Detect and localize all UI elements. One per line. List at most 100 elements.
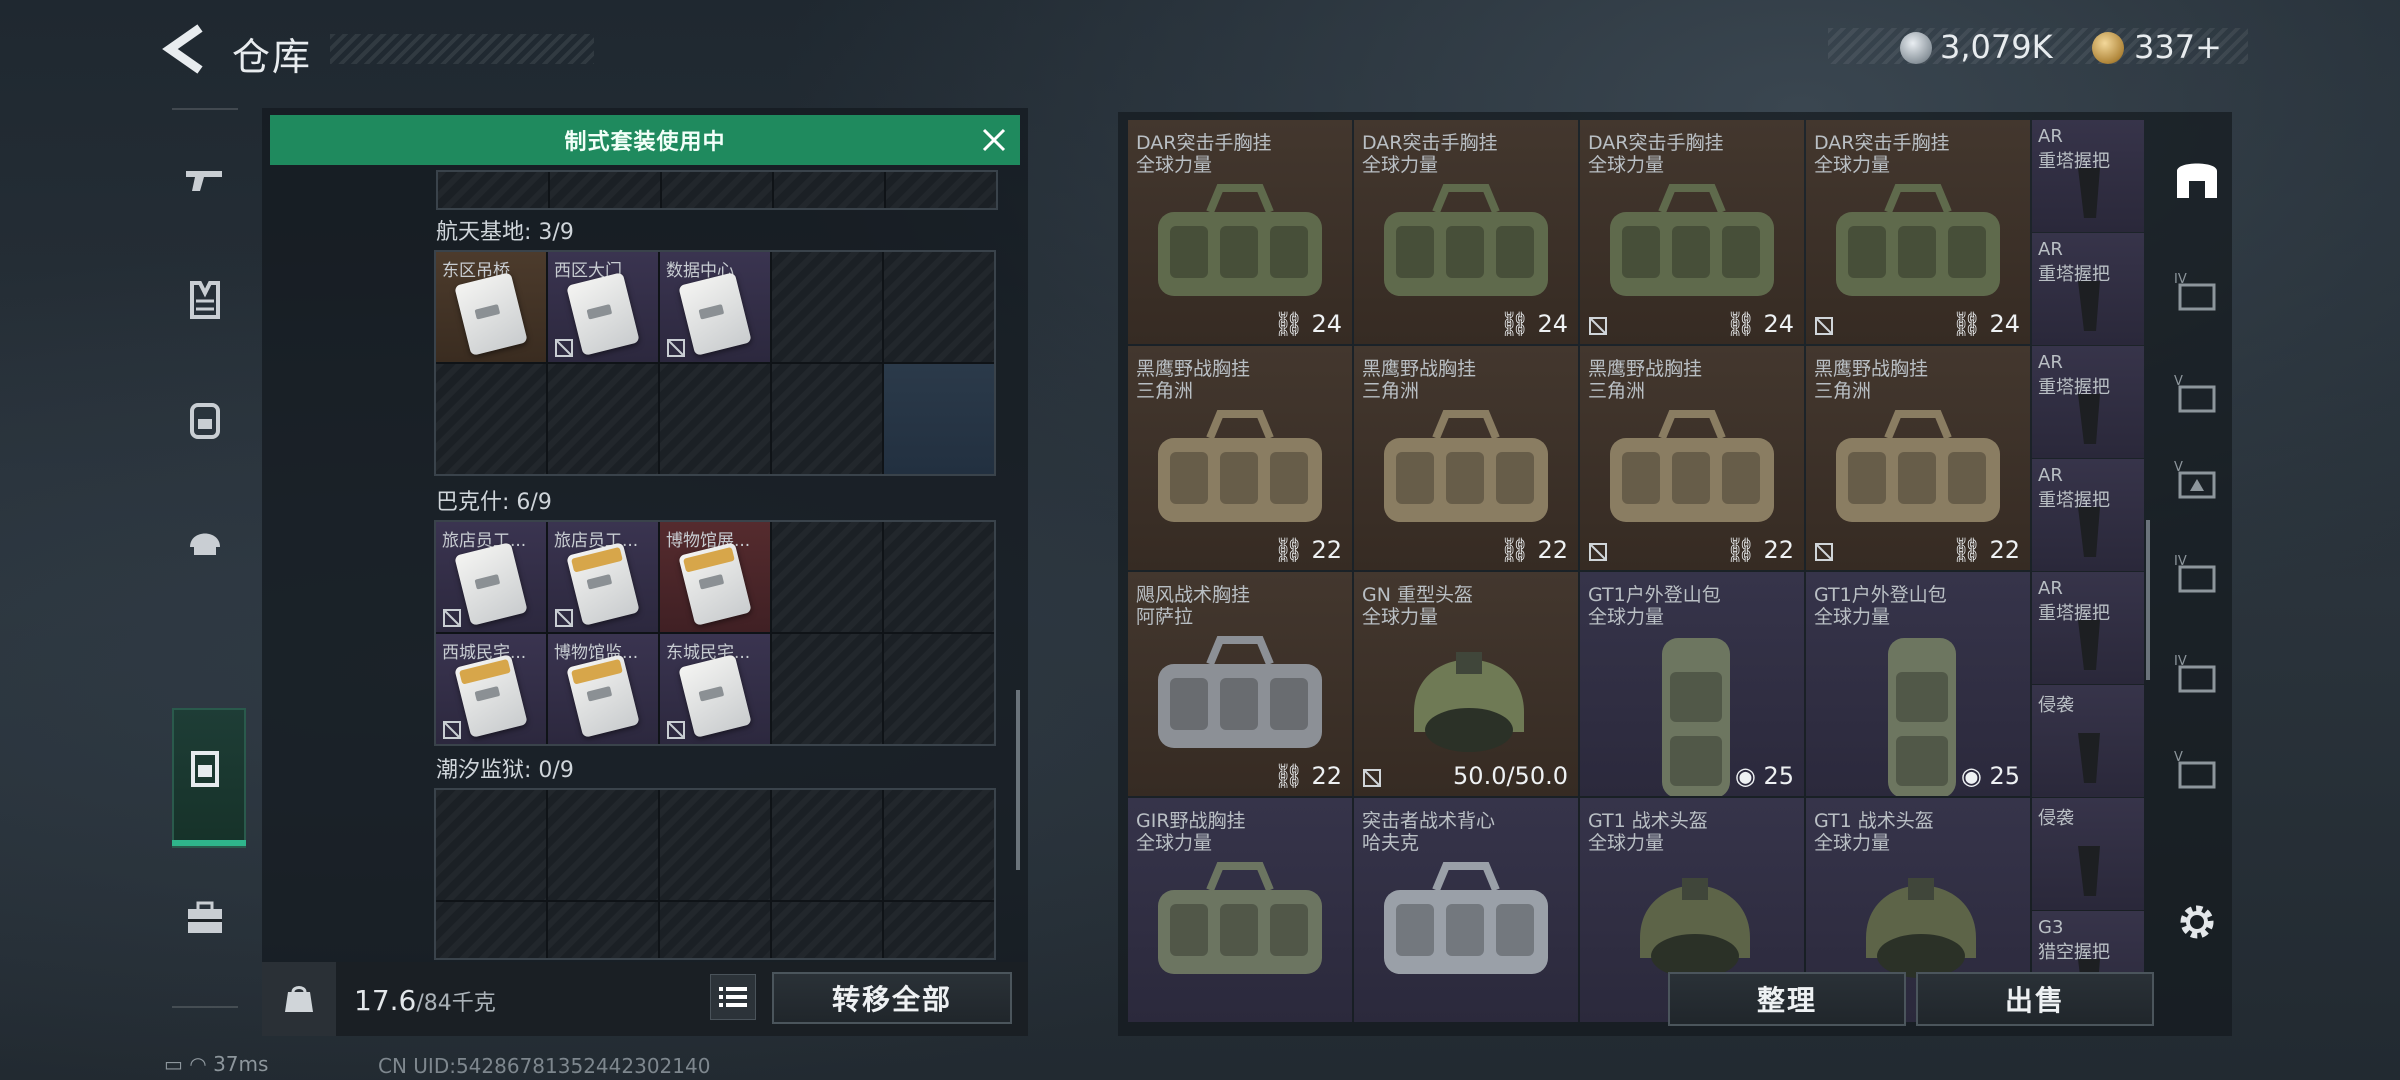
filter-tier-5-a[interactable]: V: [2162, 344, 2232, 444]
item-brand: 全球力量: [1588, 832, 1665, 854]
grid-cell[interactable]: [884, 522, 994, 632]
warehouse-item[interactable]: GT1户外登山包 全球力量 ◉ 25: [1580, 572, 1804, 796]
grid-cell[interactable]: [548, 902, 658, 958]
grid-cell[interactable]: [772, 790, 882, 900]
grid-item[interactable]: 博物馆展...: [660, 522, 770, 632]
grid-cell[interactable]: [548, 364, 658, 474]
warehouse-item[interactable]: DAR突击手胸挂 全球力量 ⛓ 24: [1580, 120, 1804, 344]
silver-currency-value: 3,079K: [1940, 28, 2053, 66]
attachment-name: AR: [2038, 239, 2063, 260]
warehouse-item[interactable]: 黑鹰野战胸挂 三角洲 ⛓ 22: [1806, 346, 2030, 570]
warehouse-item[interactable]: GIR野战胸挂 全球力量: [1128, 798, 1352, 1022]
attachment-item[interactable]: 侵袭: [2032, 798, 2144, 910]
case-grid-bakhsh: 旅店员工... 旅店员工... 博物馆展... 西城民宅... 博物馆监... …: [434, 520, 996, 746]
grid-cell[interactable]: [660, 902, 770, 958]
tier-crate-icon: IV: [2174, 654, 2216, 693]
grid-cell[interactable]: [884, 252, 994, 362]
warehouse-item[interactable]: 突击者战术背心 哈夫克: [1354, 798, 1578, 1022]
grid-cell[interactable]: [550, 172, 660, 208]
grid-item[interactable]: 旅店员工...: [548, 522, 658, 632]
grid-cell[interactable]: [438, 172, 548, 208]
warehouse-item[interactable]: 飓风战术胸挂 阿萨拉 ⛓ 22: [1128, 572, 1352, 796]
grid-item[interactable]: 东城民宅...: [660, 634, 770, 744]
warehouse-scrollbar[interactable]: [2146, 520, 2150, 680]
sidebar-item-vest[interactable]: [164, 240, 246, 360]
case-scrollbar[interactable]: [1016, 690, 1020, 870]
rig-image: [1610, 410, 1774, 522]
sidebar-item-storage[interactable]: [164, 708, 246, 828]
grid-item[interactable]: 博物馆监...: [548, 634, 658, 744]
rig-image: [1384, 862, 1548, 974]
attachment-item[interactable]: AR 重塔握把: [2032, 459, 2144, 571]
attachment-item[interactable]: AR 重塔握把: [2032, 572, 2144, 684]
item-brand: 全球力量: [1588, 154, 1665, 176]
grid-cell[interactable]: [772, 522, 882, 632]
storage-case-icon: [191, 751, 219, 787]
grid-cell[interactable]: [660, 364, 770, 474]
filter-tier-4-c[interactable]: IV: [2162, 624, 2232, 724]
grid-cell[interactable]: [884, 902, 994, 958]
filter-tier-4-a[interactable]: IV: [2162, 242, 2232, 342]
grid-cell[interactable]: [884, 634, 994, 744]
grid-cell[interactable]: [772, 252, 882, 362]
grip-image: [2078, 507, 2100, 557]
warehouse-item[interactable]: DAR突击手胸挂 全球力量 ⛓ 24: [1128, 120, 1352, 344]
case-grid-tidal-prison: [434, 788, 996, 960]
grid-cell[interactable]: [772, 364, 882, 474]
helmet-icon: [190, 533, 220, 555]
back-arrow-icon[interactable]: [160, 22, 210, 76]
filter-tier-5-b[interactable]: V: [2162, 430, 2232, 530]
sidebar-item-helmet[interactable]: [164, 480, 246, 600]
warehouse-item[interactable]: DAR突击手胸挂 全球力量 ⛓ 24: [1354, 120, 1578, 344]
grid-cell[interactable]: [436, 790, 546, 900]
grid-cell[interactable]: [660, 790, 770, 900]
sidebar-item-weapons[interactable]: [164, 120, 246, 240]
gear-icon: [2180, 905, 2214, 939]
item-value: 50.0/50.0: [1453, 762, 1568, 790]
grid-cell[interactable]: [884, 364, 994, 474]
grid-item[interactable]: 旅店员工...: [436, 522, 546, 632]
warehouse-item[interactable]: 黑鹰野战胸挂 三角洲 ⛓ 22: [1354, 346, 1578, 570]
grid-cell[interactable]: [884, 790, 994, 900]
close-icon[interactable]: [976, 122, 1012, 158]
grid-item[interactable]: 数据中心: [660, 252, 770, 362]
item-value: ⛓ 22: [1499, 536, 1568, 564]
filter-all[interactable]: [2162, 128, 2232, 228]
transfer-all-button[interactable]: 转移全部: [772, 972, 1012, 1024]
grid-cell[interactable]: [774, 172, 884, 208]
grid-item[interactable]: 西区大门: [548, 252, 658, 362]
grip-image: [2078, 733, 2100, 783]
sidebar-item-toolbox[interactable]: [164, 858, 246, 978]
grid-item[interactable]: 西城民宅...: [436, 634, 546, 744]
attachment-item[interactable]: 侵袭: [2032, 685, 2144, 797]
attachment-item[interactable]: AR 重塔握把: [2032, 233, 2144, 345]
grid-cell[interactable]: [436, 364, 546, 474]
grid-cell[interactable]: [772, 902, 882, 958]
attachment-item[interactable]: AR 重塔握把: [2032, 120, 2144, 232]
grid-cell[interactable]: [772, 634, 882, 744]
list-view-button[interactable]: [710, 974, 756, 1020]
organize-button[interactable]: 整理: [1668, 972, 1906, 1026]
left-category-sidebar: [164, 108, 246, 1008]
grid-cell[interactable]: [886, 172, 996, 208]
filter-tier-5-c[interactable]: V: [2162, 720, 2232, 820]
attachment-item[interactable]: AR 重塔握把: [2032, 346, 2144, 458]
filter-tier-4-b[interactable]: IV: [2162, 524, 2232, 624]
grid-item[interactable]: 东区吊桥: [436, 252, 546, 362]
settings-button[interactable]: [2162, 872, 2232, 972]
gun-icon: [186, 171, 222, 191]
warehouse-item[interactable]: 黑鹰野战胸挂 三角洲 ⛓ 22: [1580, 346, 1804, 570]
grid-cell[interactable]: [662, 172, 772, 208]
grid-cell[interactable]: [436, 902, 546, 958]
gold-currency-value[interactable]: 337+: [2134, 28, 2222, 66]
rig-image: [1384, 184, 1548, 296]
warehouse-item[interactable]: GT1户外登山包 全球力量 ◉ 25: [1806, 572, 2030, 796]
warehouse-item[interactable]: DAR突击手胸挂 全球力量 ⛓ 24: [1806, 120, 2030, 344]
warehouse-item[interactable]: 黑鹰野战胸挂 三角洲 ⛓ 22: [1128, 346, 1352, 570]
sell-button[interactable]: 出售: [1916, 972, 2154, 1026]
warehouse-item[interactable]: GN 重型头盔 全球力量 50.0/50.0: [1354, 572, 1578, 796]
item-brand: 全球力量: [1588, 606, 1665, 628]
sidebar-item-backpack[interactable]: [164, 360, 246, 480]
item-brand: 全球力量: [1136, 154, 1213, 176]
grid-cell[interactable]: [548, 790, 658, 900]
